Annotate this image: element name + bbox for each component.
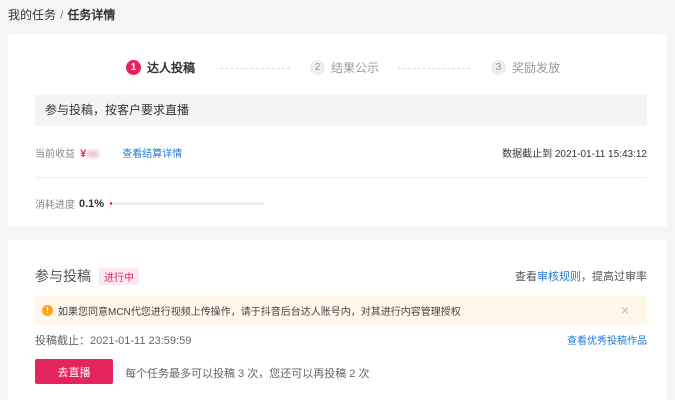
status-badge: 进行中: [99, 267, 139, 285]
income-row: 当前收益 ¥ 查看结算详情 数据截止到 2021-01-11 15:43:12: [35, 145, 647, 160]
divider: [35, 177, 647, 178]
consumption-progress: 消耗进度 0.1%: [35, 196, 265, 211]
step-results: 2 结果公示: [310, 59, 379, 76]
step-label: 奖励发放: [512, 61, 561, 75]
mcn-notice: ! 如果您同意MCN代您进行视频上传操作，请于抖音后台达人账号内，对其进行内容管…: [35, 296, 647, 325]
step-label: 达人投稿: [147, 61, 196, 75]
task-description: 参与投稿，按客户要求直播: [35, 95, 647, 126]
settlement-detail-link[interactable]: 查看结算详情: [122, 149, 182, 160]
rule-suffix: ，提高过审率: [581, 271, 647, 283]
warning-icon: !: [42, 305, 53, 316]
progress-steps: 1 达人投稿 2 结果公示 3 奖励发放: [8, 59, 667, 79]
step-number: 3: [491, 60, 506, 75]
income-label: 当前收益: [35, 149, 75, 160]
income-amount-blurred: [87, 150, 100, 159]
breadcrumb-my-tasks[interactable]: 我的任务: [8, 6, 56, 23]
step-rewards: 3 奖励发放: [491, 59, 560, 76]
excellent-works-link[interactable]: 查看优秀投稿作品: [567, 332, 647, 347]
step-submission: 1 达人投稿: [126, 59, 195, 76]
close-icon[interactable]: ×: [621, 302, 629, 318]
step-label: 结果公示: [331, 61, 380, 75]
submission-header: 参与投稿 进行中: [35, 266, 139, 286]
review-rule-hint: 查看审核规则，提高过审率: [515, 268, 647, 284]
step-number: 2: [310, 60, 325, 75]
submission-deadline: 投稿截止：2021-01-11 23:59:59: [35, 335, 192, 347]
review-rules-link[interactable]: 审核规则: [537, 271, 581, 283]
breadcrumb: 我的任务 / 任务详情: [8, 6, 115, 23]
task-overview-card: 1 达人投稿 2 结果公示 3 奖励发放 参与投稿，按客户要求直播 当前收益 ¥…: [8, 34, 667, 227]
breadcrumb-separator: /: [60, 7, 64, 22]
breadcrumb-current: 任务详情: [67, 8, 116, 22]
submission-card: 参与投稿 进行中 查看审核规则，提高过审率 ! 如果您同意MCN代您进行视频上传…: [8, 240, 667, 400]
submission-limit-text: 每个任务最多可以投稿 3 次，您还可以再投稿 2 次: [125, 368, 370, 380]
rule-prefix: 查看: [515, 271, 537, 283]
progress-label: 消耗进度: [35, 200, 75, 211]
income-currency: ¥: [80, 148, 87, 160]
data-deadline: 数据截止到 2021-01-11 15:43:12: [502, 149, 647, 160]
step-connector: [220, 68, 290, 69]
progress-bar-fill: [110, 202, 113, 205]
submission-title: 参与投稿: [35, 268, 91, 284]
step-connector: [398, 68, 470, 69]
step-number: 1: [126, 60, 141, 75]
go-live-button[interactable]: 去直播: [35, 359, 113, 384]
progress-value: 0.1%: [79, 197, 105, 210]
notice-text: 如果您同意MCN代您进行视频上传操作，请于抖音后台达人账号内，对其进行内容管理授…: [58, 307, 461, 318]
progress-bar: [110, 202, 265, 205]
